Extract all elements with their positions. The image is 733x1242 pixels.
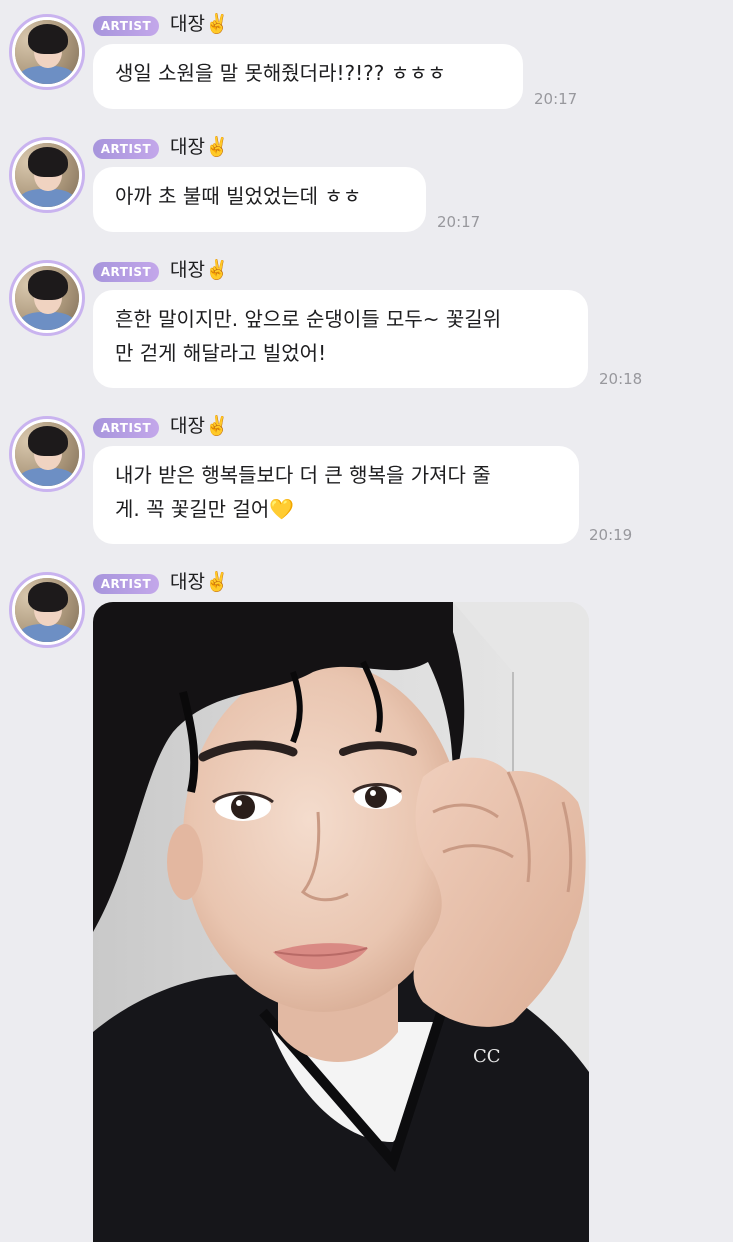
sender-name-text: 대장	[170, 259, 205, 281]
artist-badge: ARTIST	[93, 574, 159, 594]
artist-avatar[interactable]	[9, 416, 85, 492]
artist-avatar[interactable]	[9, 14, 85, 90]
sender-name[interactable]: 대장✌️	[170, 10, 229, 38]
avatar-photo	[15, 20, 79, 84]
artist-badge: ARTIST	[93, 262, 159, 282]
selfie-photo: CC	[93, 602, 589, 1242]
sender-name-text: 대장	[170, 13, 205, 35]
message-bubble[interactable]: 생일 소원을 말 못해줬더라!?!?? ㅎㅎㅎ	[93, 44, 523, 109]
message-text-line: 흔한 말이지만. 앞으로 순댕이들 모두~ 꽃길위	[115, 307, 502, 331]
chat-message: ARTIST 대장✌️ 생일 소원을 말 못해줬더라!?!?? ㅎㅎㅎ 20:1…	[0, 0, 733, 120]
sender-name-text: 대장	[170, 415, 205, 437]
sender-name-text: 대장	[170, 571, 205, 593]
peace-sign-emoji: ✌️	[204, 259, 229, 281]
peace-sign-emoji: ✌️	[204, 571, 229, 593]
avatar-photo	[15, 143, 79, 207]
message-text-line: 생일 소원을 말 못해줬더라!?!?? ㅎㅎㅎ	[115, 61, 446, 85]
chat-message: ARTIST 대장✌️ CC	[0, 568, 733, 1242]
message-text-line: 내가 받은 행복들보다 더 큰 행복을 가져다 줄	[115, 463, 491, 487]
message-text-line: 만 걷게 해달라고 빌었어!	[115, 341, 327, 365]
peace-sign-emoji: ✌️	[204, 415, 229, 437]
artist-badge: ARTIST	[93, 139, 159, 159]
sender-name[interactable]: 대장✌️	[170, 412, 229, 440]
sender-name[interactable]: 대장✌️	[170, 256, 229, 284]
message-text-line: 아까 초 불때 빌었었는데 ㅎㅎ	[115, 184, 362, 208]
artist-badge: ARTIST	[93, 418, 159, 438]
sender-name[interactable]: 대장✌️	[170, 568, 229, 596]
peace-sign-emoji: ✌️	[204, 136, 229, 158]
message-text-line: 게. 꼭 꽃길만 걸어💛	[115, 497, 295, 521]
sender-name-text: 대장	[170, 136, 205, 158]
chat-message: ARTIST 대장✌️ 아까 초 불때 빌었었는데 ㅎㅎ 20:17	[0, 123, 733, 243]
artist-badge: ARTIST	[93, 16, 159, 36]
message-timestamp: 20:17	[534, 90, 578, 108]
avatar-photo	[15, 578, 79, 642]
message-bubble[interactable]: 흔한 말이지만. 앞으로 순댕이들 모두~ 꽃길위 만 걷게 해달라고 빌었어!	[93, 290, 588, 388]
artist-avatar[interactable]	[9, 260, 85, 336]
svg-text:CC: CC	[473, 1046, 501, 1067]
sender-name[interactable]: 대장✌️	[170, 133, 229, 161]
message-bubble[interactable]: 아까 초 불때 빌었었는데 ㅎㅎ	[93, 167, 426, 232]
photo-message[interactable]: CC	[93, 602, 589, 1242]
message-timestamp: 20:18	[599, 370, 643, 388]
chat-message: ARTIST 대장✌️ 내가 받은 행복들보다 더 큰 행복을 가져다 줄 게.…	[0, 402, 733, 552]
message-bubble[interactable]: 내가 받은 행복들보다 더 큰 행복을 가져다 줄 게. 꼭 꽃길만 걸어💛	[93, 446, 579, 544]
chat-message: ARTIST 대장✌️ 흔한 말이지만. 앞으로 순댕이들 모두~ 꽃길위 만 …	[0, 246, 733, 396]
message-timestamp: 20:19	[589, 526, 633, 544]
artist-avatar[interactable]	[9, 137, 85, 213]
avatar-photo	[15, 422, 79, 486]
peace-sign-emoji: ✌️	[204, 13, 229, 35]
artist-avatar[interactable]	[9, 572, 85, 648]
message-timestamp: 20:17	[437, 213, 481, 231]
avatar-photo	[15, 266, 79, 330]
